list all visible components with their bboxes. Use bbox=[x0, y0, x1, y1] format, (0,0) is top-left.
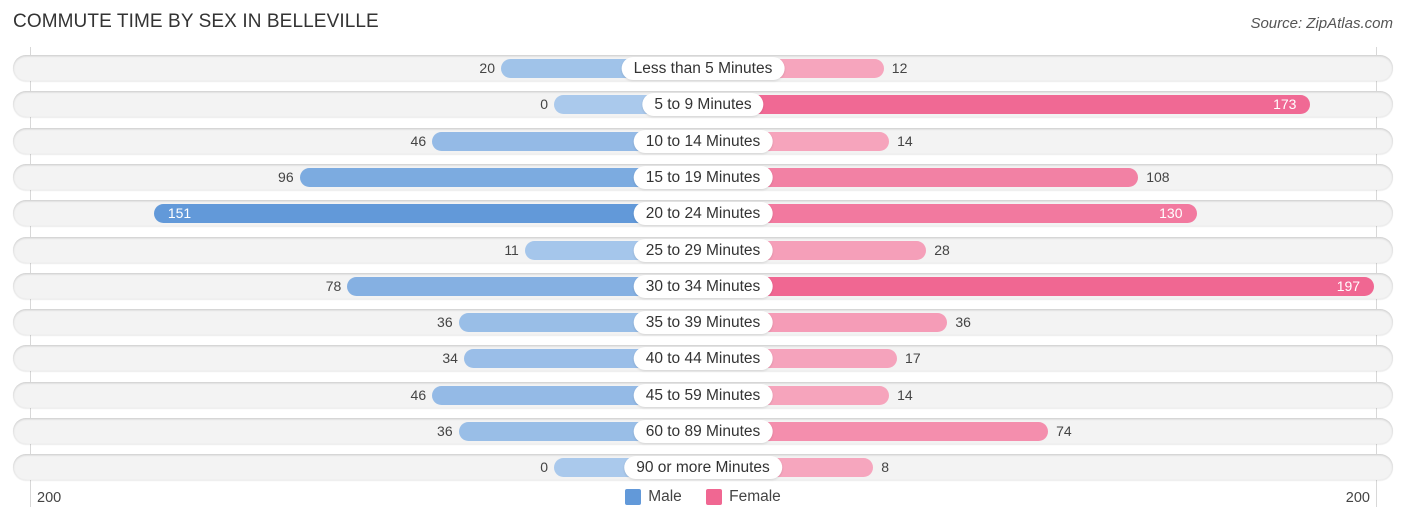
value-label-male: 46 bbox=[410, 386, 427, 403]
bar-female bbox=[703, 276, 1375, 296]
value-label-female: 14 bbox=[897, 132, 913, 149]
chart-row: 151 130 20 to 24 Minutes bbox=[13, 200, 1393, 227]
value-label-male: 96 bbox=[278, 168, 294, 185]
legend-label-female: Female bbox=[729, 488, 781, 505]
value-label-female: 14 bbox=[897, 386, 913, 403]
value-label-female: 36 bbox=[955, 314, 971, 331]
chart-row: 96 108 15 to 19 Minutes bbox=[13, 163, 1393, 190]
value-label-male: 34 bbox=[442, 350, 458, 367]
chart-row: 78 197 30 to 34 Minutes bbox=[13, 272, 1393, 299]
chart-title: COMMUTE TIME BY SEX IN BELLEVILLE bbox=[13, 11, 379, 32]
chart-row: 36 74 60 to 89 Minutes bbox=[13, 418, 1393, 444]
value-label-female: 108 bbox=[1146, 168, 1170, 185]
legend: Male Female bbox=[0, 488, 1406, 510]
chart-row: 0 8 90 or more Minutes bbox=[13, 454, 1393, 481]
legend-swatch-male bbox=[625, 489, 642, 505]
value-label-female: 8 bbox=[881, 459, 889, 476]
value-label-female: 12 bbox=[891, 60, 908, 76]
value-label-male: 46 bbox=[410, 132, 427, 149]
category-label: 40 to 44 Minutes bbox=[633, 347, 773, 371]
value-label-male: 151 bbox=[167, 205, 192, 222]
chart-row: 46 14 45 to 59 Minutes bbox=[13, 381, 1393, 408]
value-label-male: 20 bbox=[479, 60, 495, 76]
value-label-male: 36 bbox=[437, 423, 453, 439]
value-label-female: 173 bbox=[1273, 96, 1297, 113]
chart-row: 20 12 Less than 5 Minutes bbox=[13, 55, 1393, 81]
category-label: 15 to 19 Minutes bbox=[633, 165, 773, 189]
chart-row: 36 36 35 to 39 Minutes bbox=[13, 309, 1393, 336]
category-label: 35 to 39 Minutes bbox=[633, 311, 773, 335]
value-label-male: 11 bbox=[504, 241, 519, 258]
value-label-male: 0 bbox=[540, 459, 548, 476]
bar-male bbox=[153, 204, 703, 224]
category-label: 25 to 29 Minutes bbox=[633, 238, 773, 262]
chart-row: 46 14 10 to 14 Minutes bbox=[13, 127, 1393, 154]
category-label: 45 to 59 Minutes bbox=[633, 383, 773, 407]
value-label-male: 36 bbox=[437, 314, 453, 331]
category-label: 10 to 14 Minutes bbox=[633, 129, 773, 153]
category-label: 90 or more Minutes bbox=[624, 456, 782, 480]
category-label: 20 to 24 Minutes bbox=[633, 202, 773, 226]
legend-label-male: Male bbox=[648, 488, 682, 505]
chart-row: 0 173 5 to 9 Minutes bbox=[13, 91, 1393, 118]
bar-female bbox=[703, 95, 1311, 115]
value-label-male: 0 bbox=[540, 96, 548, 113]
value-label-male: 78 bbox=[325, 277, 342, 294]
category-label: Less than 5 Minutes bbox=[621, 57, 785, 80]
value-label-female: 17 bbox=[905, 350, 921, 367]
source-label: Source: ZipAtlas.com bbox=[1250, 15, 1393, 32]
category-label: 30 to 34 Minutes bbox=[633, 274, 773, 298]
value-label-female: 28 bbox=[934, 241, 950, 258]
legend-item-male[interactable]: Male bbox=[625, 488, 682, 506]
bar-female bbox=[703, 204, 1197, 224]
category-label: 5 to 9 Minutes bbox=[642, 93, 764, 117]
value-label-female: 197 bbox=[1336, 277, 1361, 294]
chart-row: 11 28 25 to 29 Minutes bbox=[13, 236, 1393, 263]
value-label-female: 74 bbox=[1056, 423, 1072, 439]
value-label-female: 130 bbox=[1159, 205, 1183, 222]
legend-swatch-female bbox=[706, 489, 723, 505]
legend-item-female[interactable]: Female bbox=[706, 488, 781, 506]
chart-row: 34 17 40 to 44 Minutes bbox=[13, 345, 1393, 372]
category-label: 60 to 89 Minutes bbox=[633, 420, 773, 443]
